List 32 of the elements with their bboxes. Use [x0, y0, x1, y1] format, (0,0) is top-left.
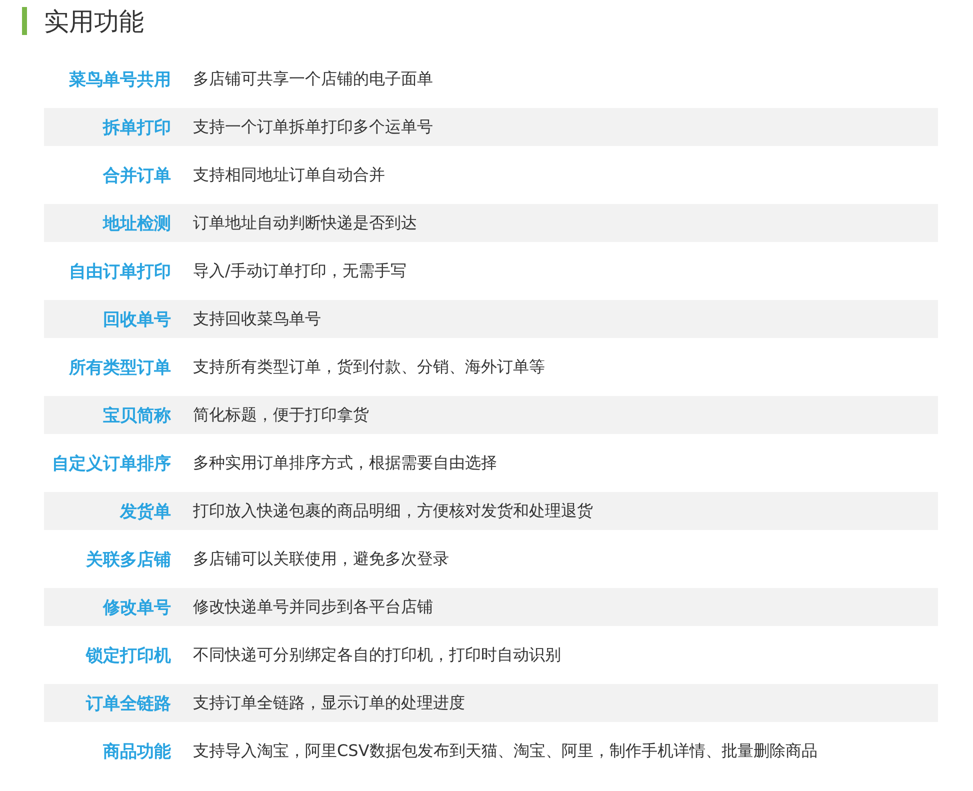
feature-name: 所有类型订单 [68, 356, 171, 378]
feature-description: 支持导入淘宝，阿里CSV数据包发布到天猫、淘宝、阿里，制作手机详情、批量删除商品 [193, 740, 818, 762]
feature-name: 宝贝简称 [102, 404, 171, 426]
feature-description: 支持回收菜鸟单号 [193, 308, 321, 330]
feature-description: 多种实用订单排序方式，根据需要自由选择 [193, 452, 497, 474]
feature-description: 支持一个订单拆单打印多个运单号 [193, 116, 433, 138]
feature-name: 自定义订单排序 [51, 452, 171, 474]
title-accent-bar [22, 7, 27, 35]
feature-description: 打印放入快递包裹的商品明细，方便核对发货和处理退货 [193, 500, 593, 522]
feature-name: 地址检测 [102, 212, 171, 234]
feature-name: 菜鸟单号共用 [68, 68, 171, 90]
feature-name: 修改单号 [102, 596, 171, 618]
feature-description: 多店铺可共享一个店铺的电子面单 [193, 68, 433, 90]
feature-description: 简化标题，便于打印拿货 [193, 404, 369, 426]
feature-name: 合并订单 [102, 164, 171, 186]
feature-description: 订单地址自动判断快递是否到达 [193, 212, 417, 234]
feature-name: 发货单 [118, 500, 171, 522]
feature-description: 不同快递可分别绑定各自的打印机，打印时自动识别 [193, 644, 561, 666]
feature-name: 拆单打印 [102, 116, 171, 138]
section-title: 实用功能 [44, 6, 144, 38]
feature-name: 关联多店铺 [84, 548, 171, 570]
feature-description: 修改快递单号并同步到各平台店铺 [193, 596, 433, 618]
feature-name: 回收单号 [102, 308, 171, 330]
feature-name: 订单全链路 [84, 692, 171, 714]
feature-description: 导入/手动订单打印，无需手写 [193, 260, 406, 282]
feature-description: 支持相同地址订单自动合并 [193, 164, 385, 186]
feature-name: 锁定打印机 [84, 644, 171, 666]
feature-description: 支持所有类型订单，货到付款、分销、海外订单等 [193, 356, 545, 378]
feature-description: 多店铺可以关联使用，避免多次登录 [193, 548, 449, 570]
feature-name: 商品功能 [102, 740, 171, 762]
feature-description: 支持订单全链路，显示订单的处理进度 [193, 692, 465, 714]
feature-name: 自由订单打印 [68, 260, 171, 282]
